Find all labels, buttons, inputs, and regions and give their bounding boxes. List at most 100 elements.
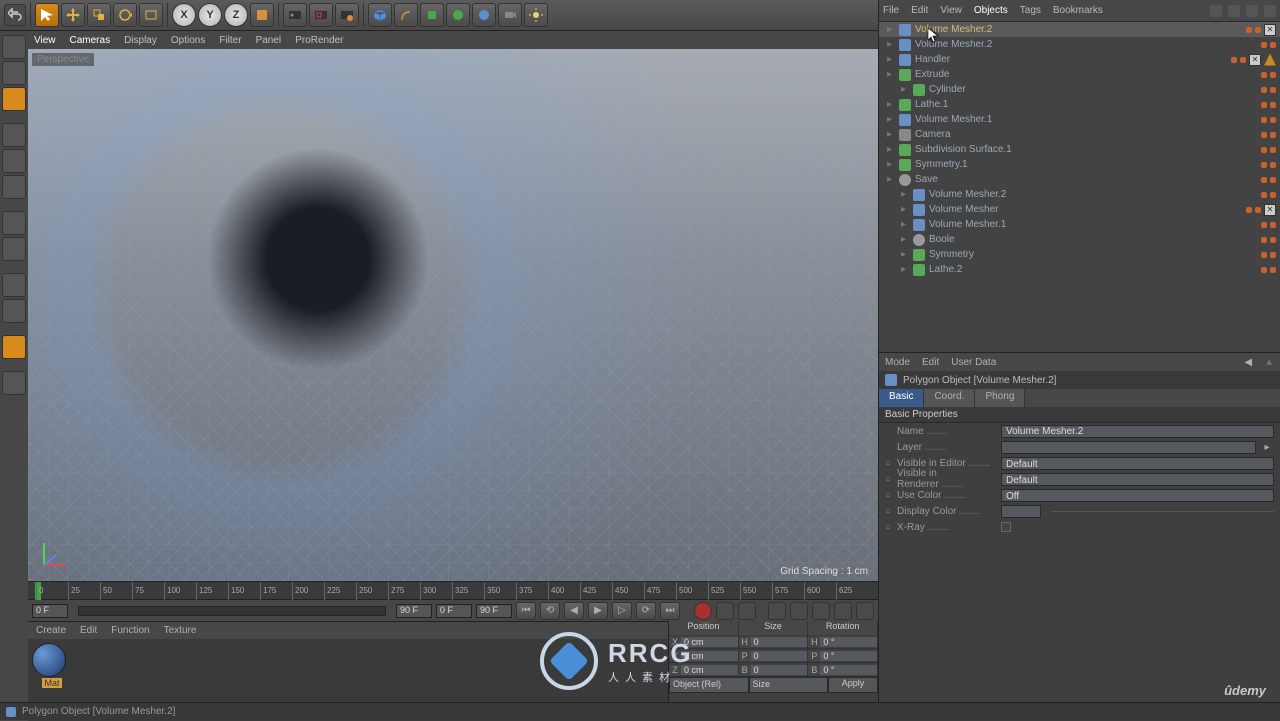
param-key-icon[interactable] [834, 602, 852, 620]
visibility-dot-icon[interactable] [1270, 177, 1276, 183]
display-color-swatch[interactable] [1001, 505, 1041, 518]
visibility-dot-icon[interactable] [1261, 102, 1267, 108]
pos-field[interactable]: 0 cm [681, 637, 738, 647]
expand-icon[interactable]: ▸ [887, 159, 895, 170]
rot-field[interactable]: 0 ° [820, 665, 877, 675]
search-icon[interactable] [1210, 5, 1222, 17]
visibility-dot-icon[interactable] [1261, 147, 1267, 153]
tree-row[interactable]: ▸Camera [879, 127, 1280, 142]
rot-key-icon[interactable] [812, 602, 830, 620]
tree-row[interactable]: ▸Boole [879, 232, 1280, 247]
z-axis-button[interactable]: Z [224, 3, 248, 27]
viewport-menu-cameras[interactable]: Cameras [70, 35, 111, 46]
tab-coord[interactable]: Coord. [924, 389, 975, 407]
visibility-dot-icon[interactable] [1240, 57, 1246, 63]
visibility-dot-icon[interactable] [1261, 42, 1267, 48]
tree-row[interactable]: ▸Handler✕ [879, 52, 1280, 67]
tree-row[interactable]: ▸Lathe.1 [879, 97, 1280, 112]
rot-field[interactable]: 0 ° [820, 651, 877, 661]
visibility-dot-icon[interactable] [1270, 147, 1276, 153]
mat-menu-texture[interactable]: Texture [164, 625, 197, 636]
expand-icon[interactable]: ▸ [887, 39, 895, 50]
visibility-dot-icon[interactable] [1270, 237, 1276, 243]
vis-renderer-dropdown[interactable]: Default [1001, 473, 1274, 486]
expand-icon[interactable]: ▸ [887, 99, 895, 110]
visibility-dot-icon[interactable] [1255, 207, 1261, 213]
polygons-mode-icon[interactable] [2, 175, 26, 199]
tree-row[interactable]: ▸Lathe.2 [879, 262, 1280, 277]
camera-icon[interactable] [498, 3, 522, 27]
coord-system-icon[interactable] [250, 3, 274, 27]
name-input[interactable]: Volume Mesher.2 [1001, 425, 1274, 438]
expand-icon[interactable]: ▸ [887, 144, 895, 155]
frame-end-display[interactable]: 90 F [396, 604, 432, 618]
visibility-dot-icon[interactable] [1261, 267, 1267, 273]
y-axis-button[interactable]: Y [198, 3, 222, 27]
frame-max-field[interactable]: 90 F [476, 604, 512, 618]
tree-row[interactable]: ▸Volume Mesher.2 [879, 187, 1280, 202]
visibility-dot-icon[interactable] [1261, 132, 1267, 138]
obj-menu-edit[interactable]: Edit [911, 5, 928, 16]
tree-row[interactable]: ▸Subdivision Surface.1 [879, 142, 1280, 157]
prev-key-button[interactable]: ⟲ [540, 602, 560, 620]
pla-key-icon[interactable] [856, 602, 874, 620]
timeline-ruler[interactable]: 0255075100125150175200225250275300325350… [28, 581, 878, 599]
goto-start-button[interactable]: ⏮ [516, 602, 536, 620]
render-region-icon[interactable] [309, 3, 333, 27]
visibility-dot-icon[interactable] [1261, 252, 1267, 258]
vis-editor-dropdown[interactable]: Default [1001, 457, 1274, 470]
expand-icon[interactable]: ▸ [901, 234, 909, 245]
expand-icon[interactable]: ▸ [887, 54, 895, 65]
xray-checkbox[interactable] [1001, 522, 1011, 532]
tree-row[interactable]: ▸Symmetry [879, 247, 1280, 262]
model-mode-icon[interactable] [2, 35, 26, 59]
viewport-canvas[interactable]: Grid Spacing : 1 cm [28, 49, 878, 581]
obj-menu-file[interactable]: File [883, 5, 899, 16]
visibility-dot-icon[interactable] [1261, 222, 1267, 228]
tag-icon[interactable]: ✕ [1264, 204, 1276, 216]
viewport-menu-panel[interactable]: Panel [256, 35, 282, 46]
live-select-tool-icon[interactable] [35, 3, 59, 27]
expand-icon[interactable]: ▸ [901, 264, 909, 275]
enable-snap-icon[interactable] [2, 273, 26, 297]
tag-icon[interactable]: ✕ [1264, 24, 1276, 36]
expand-icon[interactable]: ▸ [901, 189, 909, 200]
locked-workplane-icon[interactable] [2, 335, 26, 359]
coord-mode-dropdown[interactable]: Object (Rel) [669, 677, 749, 693]
tree-row[interactable]: ▸Cylinder [879, 82, 1280, 97]
expand-icon[interactable]: ▸ [887, 69, 895, 80]
expand-icon[interactable]: ▸ [901, 219, 909, 230]
visibility-dot-icon[interactable] [1261, 192, 1267, 198]
visibility-dot-icon[interactable] [1270, 72, 1276, 78]
play-button[interactable]: ▶ [588, 602, 608, 620]
viewport-menu-options[interactable]: Options [171, 35, 205, 46]
visibility-dot-icon[interactable] [1261, 237, 1267, 243]
planar-workplane-icon[interactable] [2, 371, 26, 395]
expand-icon[interactable]: ▸ [901, 204, 909, 215]
viewport-menu-filter[interactable]: Filter [219, 35, 241, 46]
tree-row[interactable]: ▸Volume Mesher✕ [879, 202, 1280, 217]
tree-row[interactable]: ▸Extrude [879, 67, 1280, 82]
coord-size-mode-dropdown[interactable]: Size [749, 677, 829, 693]
edges-mode-icon[interactable] [2, 149, 26, 173]
frame-cur-field[interactable]: 0 F [436, 604, 472, 618]
object-tree[interactable]: ▸Volume Mesher.2✕▸Volume Mesher.2▸Handle… [879, 22, 1280, 352]
visibility-dot-icon[interactable] [1270, 42, 1276, 48]
tab-phong[interactable]: Phong [975, 389, 1025, 407]
layout-icon[interactable] [1264, 5, 1276, 17]
viewport-menu-display[interactable]: Display [124, 35, 157, 46]
render-view-icon[interactable] [283, 3, 307, 27]
record-button[interactable] [694, 602, 712, 620]
obj-menu-view[interactable]: View [940, 5, 962, 16]
mat-menu-function[interactable]: Function [111, 625, 149, 636]
expand-icon[interactable]: ▸ [887, 24, 895, 35]
visibility-dot-icon[interactable] [1255, 27, 1261, 33]
undo-button[interactable] [4, 4, 26, 26]
key-selection-button[interactable] [738, 602, 756, 620]
attr-menu-mode[interactable]: Mode [885, 357, 910, 368]
expand-icon[interactable]: ▸ [887, 129, 895, 140]
environment-icon[interactable] [472, 3, 496, 27]
mat-menu-edit[interactable]: Edit [80, 625, 97, 636]
tree-row[interactable]: ▸Save [879, 172, 1280, 187]
workplane-icon[interactable] [2, 299, 26, 323]
